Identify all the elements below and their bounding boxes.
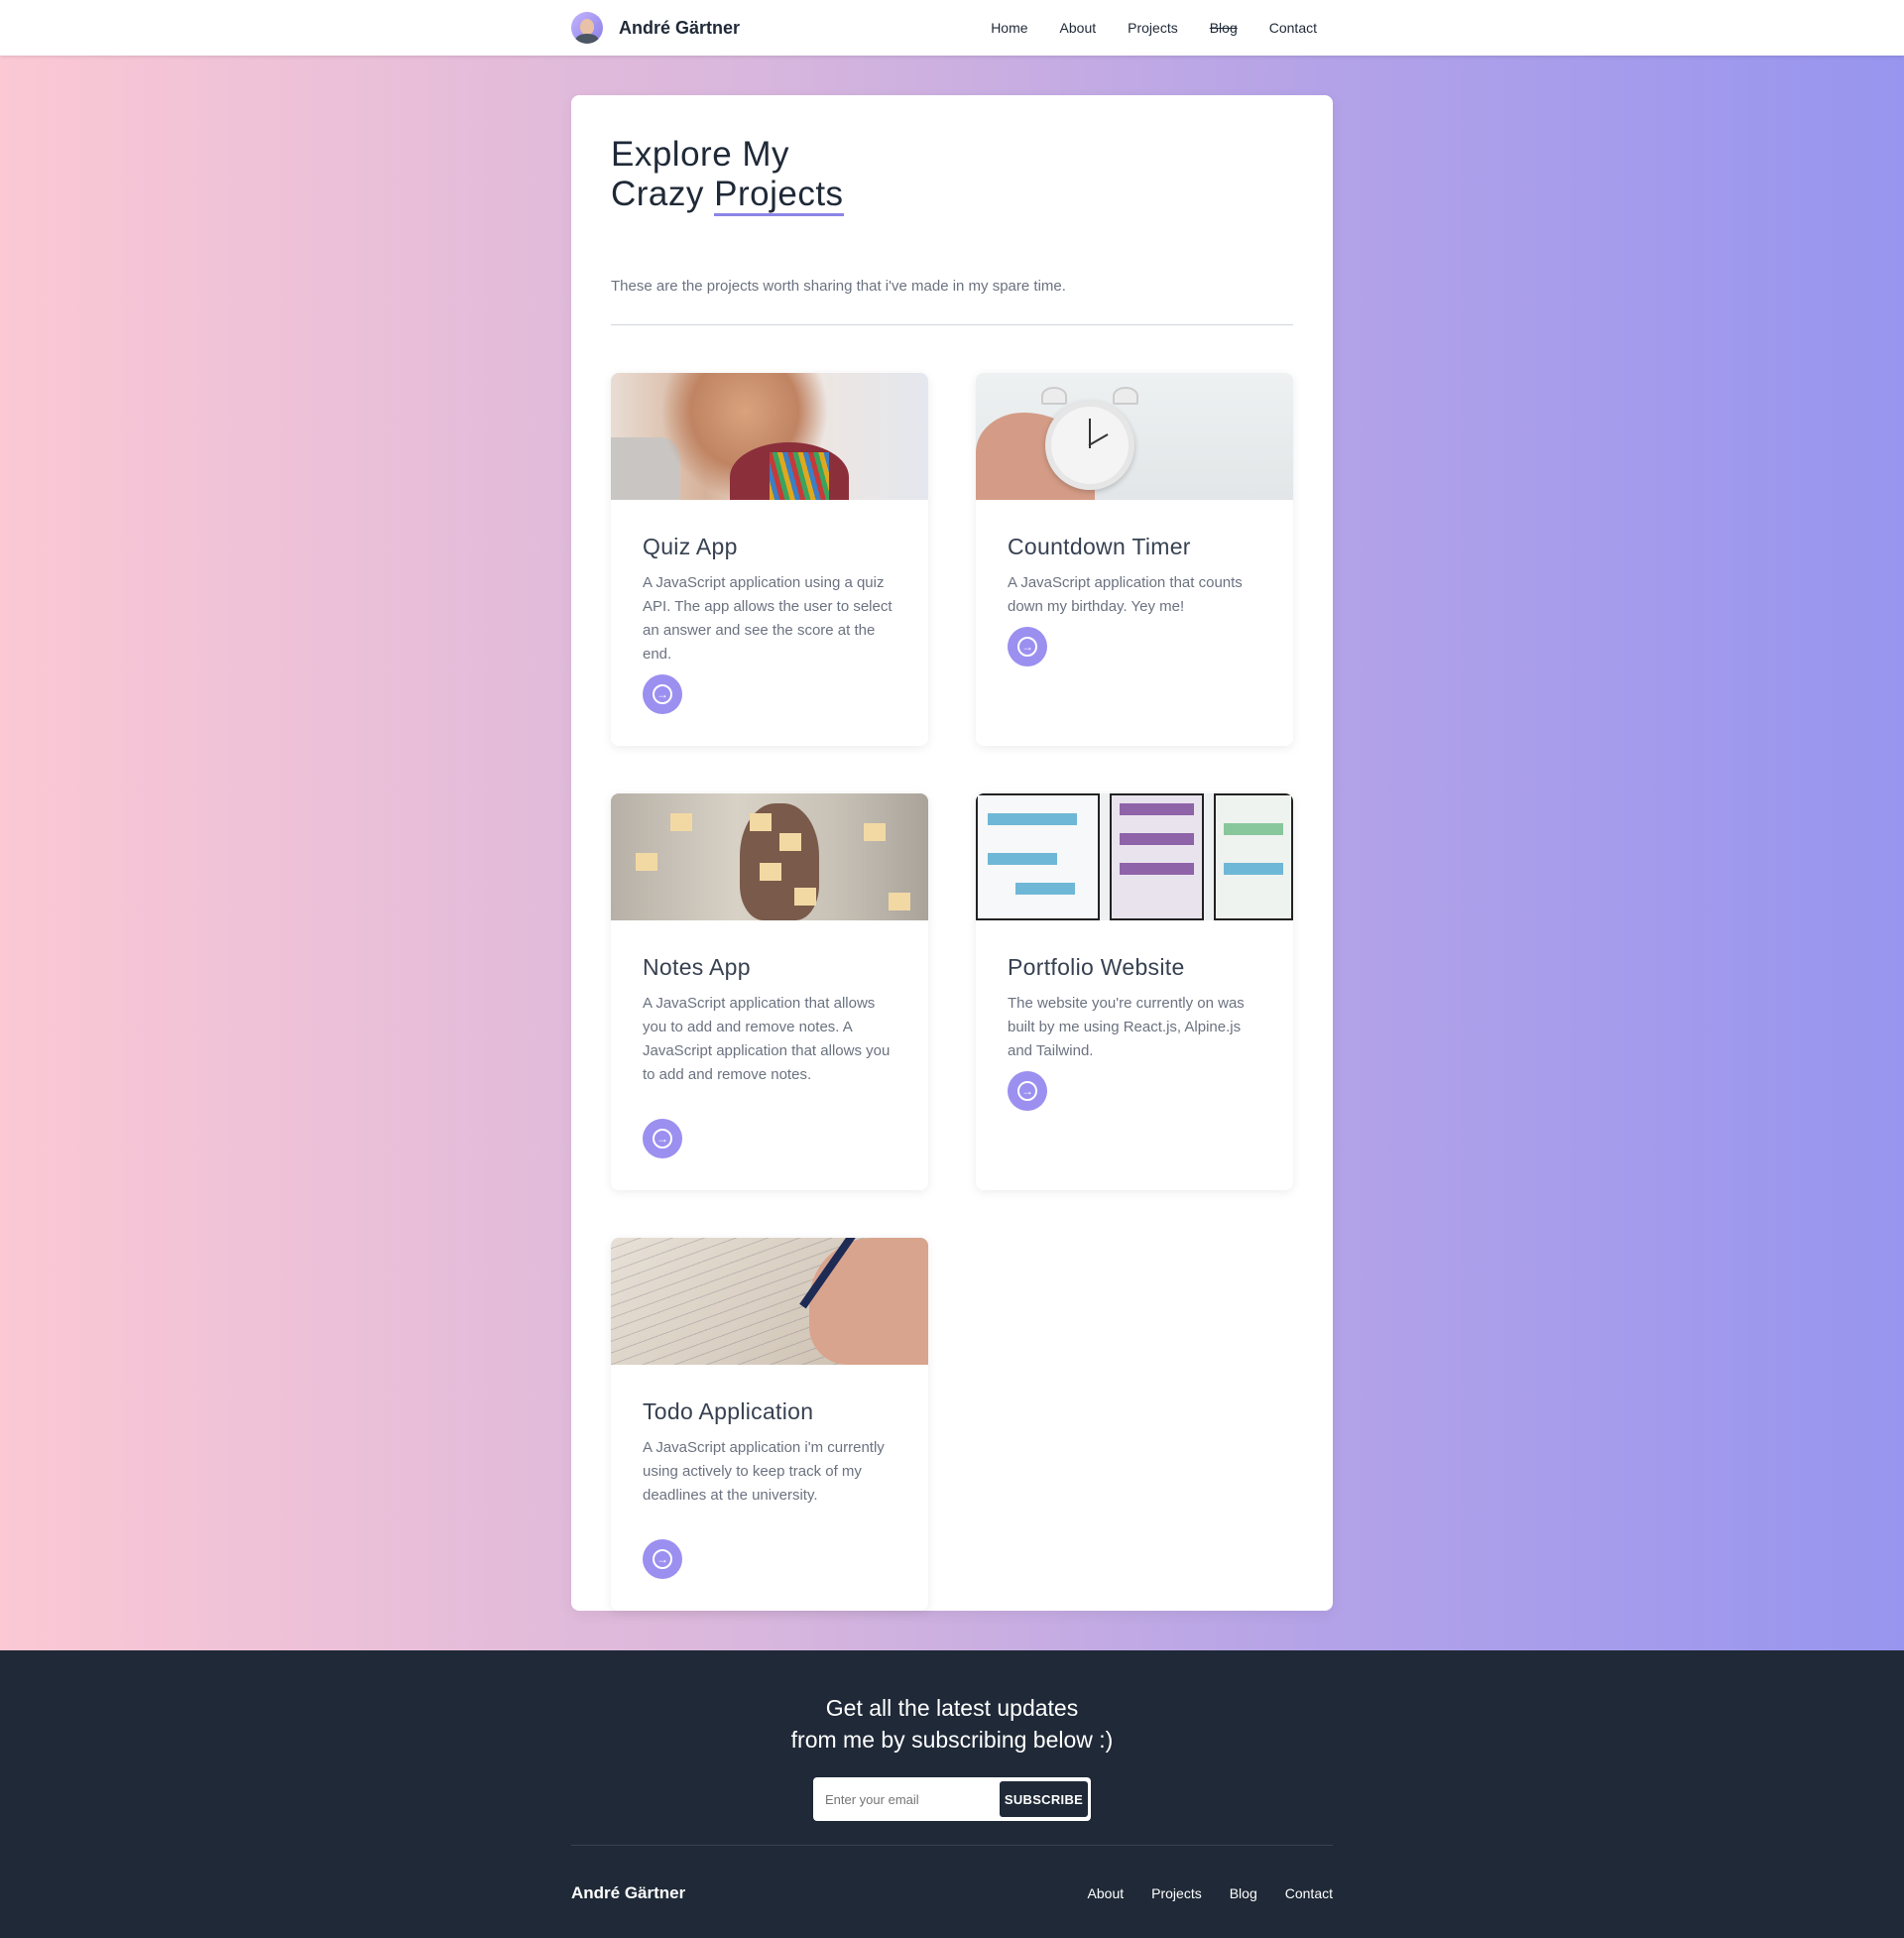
open-project-button[interactable]: →	[1008, 627, 1047, 666]
subscribe-button[interactable]: SUBSCRIBE	[1000, 1781, 1088, 1817]
footer-link-contact[interactable]: Contact	[1285, 1885, 1333, 1901]
brand-name[interactable]: André Gärtner	[619, 18, 740, 39]
project-title: Notes App	[643, 954, 751, 980]
title-line-2-start: Crazy	[611, 175, 715, 213]
project-card-notes-app: Notes App A JavaScript application that …	[611, 793, 928, 1190]
nav-link-blog[interactable]: Blog	[1210, 20, 1238, 36]
nav-links: Home About Projects Blog Contact	[991, 20, 1317, 36]
project-image-notes-app	[611, 793, 928, 920]
newsletter-heading-line-1: Get all the latest updates	[825, 1695, 1079, 1721]
project-card-portfolio-website: Portfolio Website The website you're cur…	[976, 793, 1293, 1190]
footer: Get all the latest updates from me by su…	[0, 1650, 1904, 1938]
project-image-quiz-app	[611, 373, 928, 500]
email-field[interactable]	[816, 1780, 1000, 1818]
arrow-right-circle-icon: →	[653, 1129, 672, 1149]
project-image-portfolio-website	[976, 793, 1293, 920]
project-image-todo-application	[611, 1238, 928, 1365]
footer-link-about[interactable]: About	[1088, 1885, 1125, 1901]
open-project-button[interactable]: →	[643, 674, 682, 714]
intro-text: These are the projects worth sharing tha…	[611, 278, 1066, 295]
project-card-countdown-timer: Countdown Timer A JavaScript application…	[976, 373, 1293, 746]
arrow-right-circle-icon: →	[653, 684, 672, 704]
nav-link-home[interactable]: Home	[991, 20, 1027, 36]
nav-link-projects[interactable]: Projects	[1128, 20, 1178, 36]
nav-link-contact[interactable]: Contact	[1269, 20, 1317, 36]
arrow-right-circle-icon: →	[653, 1549, 672, 1569]
project-description: A JavaScript application using a quiz AP…	[643, 574, 892, 663]
footer-brand[interactable]: André Gärtner	[571, 1883, 685, 1903]
title-line-2: Crazy Projects	[611, 175, 844, 216]
newsletter-form: SUBSCRIBE	[813, 1777, 1091, 1821]
project-description: The website you're currently on was buil…	[1008, 995, 1245, 1059]
footer-links: About Projects Blog Contact	[1088, 1885, 1333, 1901]
arrow-right-circle-icon: →	[1017, 1081, 1037, 1101]
navbar-inner: André Gärtner Home About Projects Blog C…	[571, 0, 1333, 56]
open-project-button[interactable]: →	[643, 1119, 682, 1158]
project-title: Todo Application	[643, 1398, 814, 1424]
footer-link-projects[interactable]: Projects	[1151, 1885, 1202, 1901]
newsletter-heading-line-2: from me by subscribing below :)	[790, 1727, 1114, 1753]
title-highlight: Projects	[714, 175, 844, 216]
footer-link-blog[interactable]: Blog	[1230, 1885, 1257, 1901]
divider	[611, 324, 1293, 325]
open-project-button[interactable]: →	[643, 1539, 682, 1579]
projects-panel: Explore My Crazy Projects These are the …	[571, 95, 1333, 1611]
arrow-right-circle-icon: →	[1017, 637, 1037, 657]
nav-link-about[interactable]: About	[1060, 20, 1097, 36]
top-navbar: André Gärtner Home About Projects Blog C…	[0, 0, 1904, 56]
project-description: A JavaScript application that counts dow…	[1008, 574, 1243, 615]
open-project-button[interactable]: →	[1008, 1071, 1047, 1111]
hero-gradient-background: Explore My Crazy Projects These are the …	[0, 56, 1904, 1650]
project-card-todo-application: Todo Application A JavaScript applicatio…	[611, 1238, 928, 1611]
avatar[interactable]	[571, 12, 603, 44]
project-title: Countdown Timer	[1008, 534, 1191, 559]
project-card-quiz-app: Quiz App A JavaScript application using …	[611, 373, 928, 746]
project-image-countdown-timer	[976, 373, 1293, 500]
footer-divider	[571, 1845, 1333, 1846]
page-title: Explore My Crazy Projects	[611, 135, 844, 216]
project-description: A JavaScript application that allows you…	[643, 995, 891, 1083]
newsletter-heading: Get all the latest updates from me by su…	[0, 1692, 1904, 1756]
project-title: Portfolio Website	[1008, 954, 1185, 980]
project-title: Quiz App	[643, 534, 738, 559]
title-line-1: Explore My	[611, 135, 790, 174]
project-description: A JavaScript application i'm currently u…	[643, 1439, 885, 1504]
